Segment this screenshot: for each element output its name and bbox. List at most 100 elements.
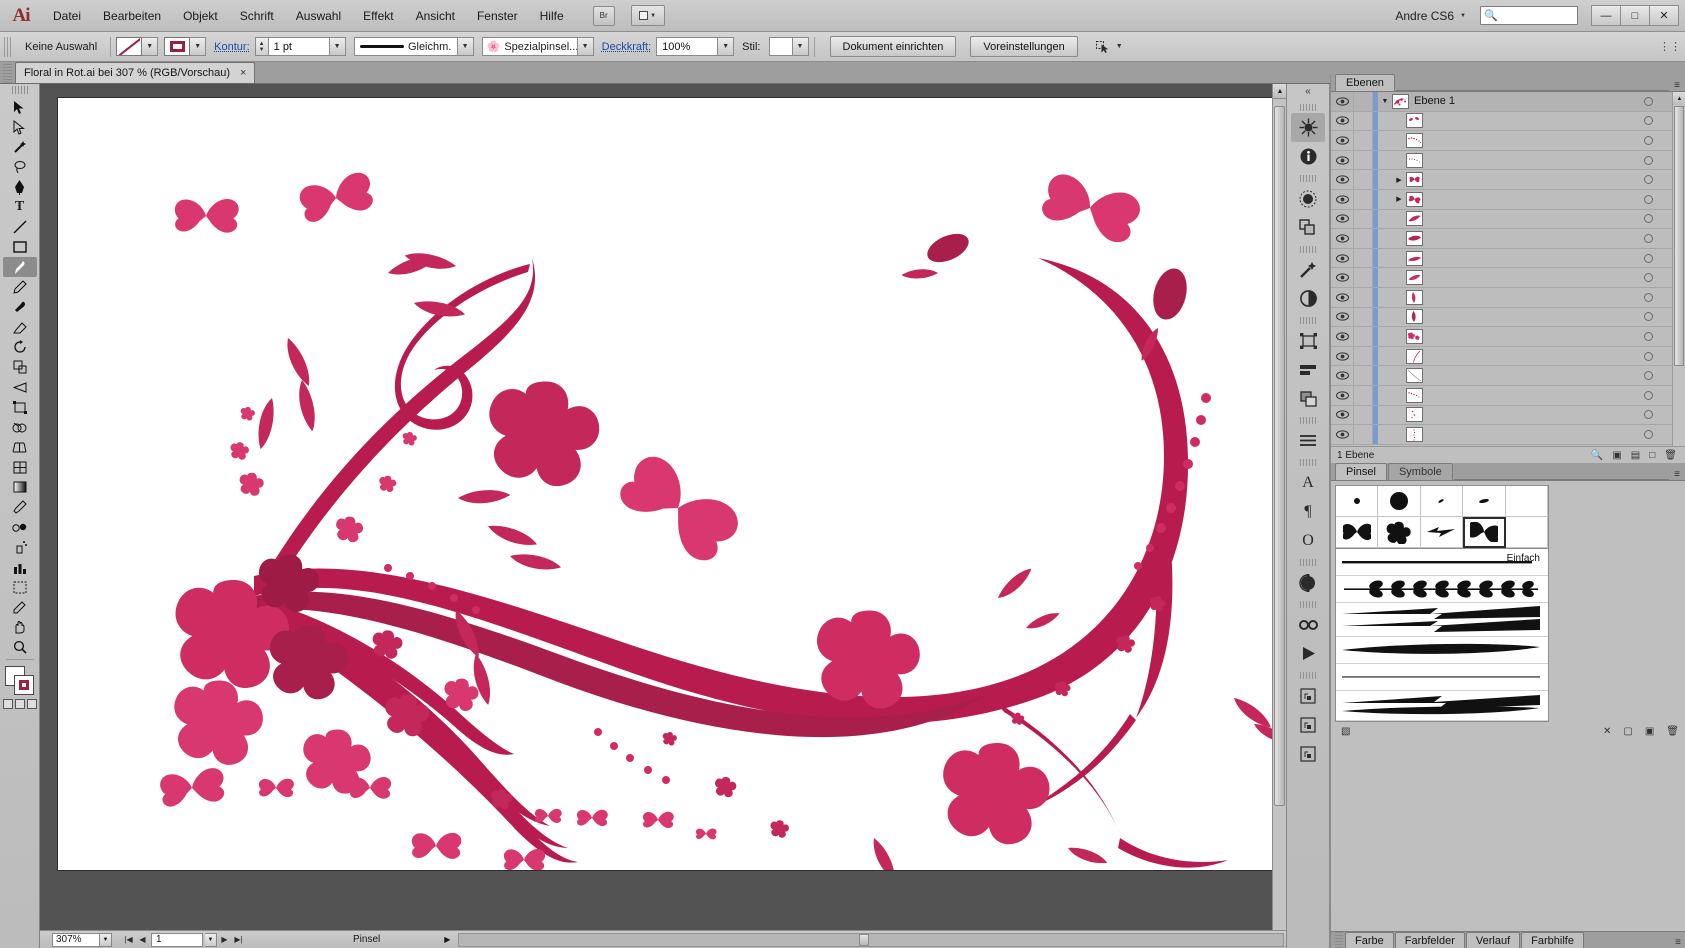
target-indicator-icon[interactable] [1637,194,1659,204]
menu-effekt[interactable]: Effekt [352,0,404,32]
dock-group-grip-1[interactable] [1300,104,1316,111]
table-row[interactable] [1331,268,1673,288]
stroke-color-swatch[interactable] [116,37,143,56]
layers-scrollbar[interactable]: ▲ [1672,92,1685,446]
menu-bearbeiten[interactable]: Bearbeiten [92,0,172,32]
lock-toggle[interactable] [1353,366,1373,385]
slice-tool[interactable] [3,597,37,617]
visibility-toggle-icon[interactable] [1331,214,1353,223]
paintbrush-tool[interactable] [2,257,37,277]
brush-swatch-empty-2[interactable] [1505,517,1548,548]
preferences-button[interactable]: Voreinstellungen [970,36,1078,57]
chevron-right-icon[interactable]: ▶ [1392,195,1406,203]
chevron-down-icon[interactable]: ▼ [1378,98,1392,105]
brush-stroke-arrow-blade[interactable] [1336,691,1548,721]
gradient-tool[interactable] [3,477,37,497]
info-dock-icon[interactable] [1291,142,1325,171]
search-input[interactable]: 🔍 [1480,6,1578,25]
visibility-toggle-icon[interactable] [1331,312,1353,321]
menu-schrift[interactable]: Schrift [229,0,285,32]
brush-stroke-list[interactable]: Einfach [1335,549,1549,722]
canvas-area[interactable]: ▲ [40,84,1287,948]
target-indicator-icon[interactable] [1637,371,1659,381]
bottom-panel-menu-icon[interactable]: ≡ [1670,937,1685,948]
opacity-dropdown[interactable]: ▼ [718,37,735,56]
rotate-tool[interactable] [3,337,37,357]
horizontal-scroll-thumb[interactable] [859,933,870,946]
brush-swatch-butterfly-selected[interactable] [1463,517,1506,548]
selection-tool[interactable] [3,97,37,117]
brush-swatch-calligraphy-thin[interactable] [1420,486,1464,517]
lock-toggle[interactable] [1353,111,1373,131]
brush-definition-control[interactable]: 🌸 Spezialpinsel... ▼ [481,37,594,56]
visibility-toggle-icon[interactable] [1331,253,1353,263]
gradient-dock-icon[interactable] [1291,568,1325,597]
style-libraries-dock-icon[interactable] [1291,739,1325,768]
tabbar-grip[interactable] [3,61,12,83]
tab-verlauf[interactable]: Verlauf [1465,932,1521,948]
tab-farbfelder[interactable]: Farbfelder [1394,932,1465,948]
layers-panel-menu-icon[interactable]: ≡ [1669,80,1685,91]
arrange-documents-button[interactable]: ▼ [630,5,665,26]
brush-swatch-empty[interactable] [1505,486,1548,517]
fill-color-control[interactable]: ▼ [164,37,207,56]
lock-toggle[interactable] [1353,425,1373,444]
fill-stroke-indicator[interactable] [3,666,37,696]
lock-toggle[interactable] [1353,307,1373,327]
opacity-input[interactable]: 100% [656,37,719,56]
layer-row-ebene-1[interactable]: ▼ Ebene 1 [1331,92,1673,112]
make-clipping-mask-icon[interactable]: ▣ [1612,450,1621,461]
delete-layer-icon[interactable]: 🗑 [1664,450,1677,461]
target-indicator-icon[interactable] [1637,273,1659,283]
brush-stroke-basic[interactable]: Einfach [1336,549,1548,576]
column-graph-tool[interactable] [3,557,37,577]
stroke-weight-label[interactable]: Kontur: [206,41,254,53]
new-sublayer-icon[interactable]: ▤ [1631,450,1640,461]
vertical-scroll-thumb[interactable] [1274,106,1285,806]
control-bar-grip[interactable] [4,36,11,57]
target-indicator-icon[interactable] [1637,155,1659,165]
visibility-toggle-icon[interactable] [1331,371,1353,380]
opacity-label[interactable]: Deckkraft: [594,41,657,53]
blend-tool[interactable] [3,517,37,537]
visibility-toggle-icon[interactable] [1331,430,1353,439]
close-button[interactable]: ✕ [1649,5,1679,26]
width-profile-display[interactable]: Gleichm. [353,37,458,56]
graphic-style-control[interactable]: ▼ [768,37,809,56]
width-profile-dropdown[interactable]: ▼ [457,37,474,56]
lock-toggle[interactable] [1353,346,1373,366]
dock-group-grip-6[interactable] [1300,459,1316,466]
new-layer-icon[interactable]: □ [1649,450,1655,461]
tab-symbole[interactable]: Symbole [1387,463,1453,480]
target-indicator-icon[interactable] [1637,233,1659,243]
magic-wand-tool[interactable] [3,137,37,157]
dock-group-grip-3[interactable] [1300,246,1316,253]
target-indicator-icon[interactable] [1637,253,1659,263]
links-dock-icon[interactable] [1291,610,1325,639]
visibility-toggle-icon[interactable] [1331,155,1353,165]
gradient-mode-icon[interactable] [14,699,25,709]
scroll-up-icon[interactable]: ▲ [1273,84,1287,99]
graphic-style-dropdown[interactable]: ▼ [792,37,809,56]
lock-toggle[interactable] [1353,405,1373,425]
visibility-toggle-icon[interactable] [1331,293,1353,302]
dock-group-grip-2[interactable] [1300,175,1316,182]
menu-fenster[interactable]: Fenster [466,0,529,32]
artboard-number-dropdown[interactable]: ▼ [205,932,217,947]
target-indicator-icon[interactable] [1637,116,1659,126]
visibility-toggle-icon[interactable] [1331,234,1353,243]
table-row[interactable] [1331,209,1673,230]
expand-panels-icon[interactable]: « [1305,86,1311,97]
blob-brush-tool[interactable] [3,297,37,317]
menu-datei[interactable]: Datei [42,0,92,32]
visibility-toggle-icon[interactable] [1331,175,1353,184]
stroke-weight-stepper[interactable]: ▲ ▼ [254,37,268,56]
variable-width-profile-control[interactable]: Gleichm. ▼ [353,37,474,56]
brush-swatch-basic-dot-small[interactable] [1336,486,1379,517]
stroke-color-dropdown[interactable]: ▼ [142,37,159,56]
first-artboard-button[interactable]: |◀ [122,933,135,947]
dock-group-grip-9[interactable] [1300,672,1316,679]
align-dropdown-chevron-icon[interactable]: ▼ [1116,43,1123,50]
table-row[interactable] [1331,150,1673,171]
align-dock-icon[interactable] [1291,213,1325,242]
